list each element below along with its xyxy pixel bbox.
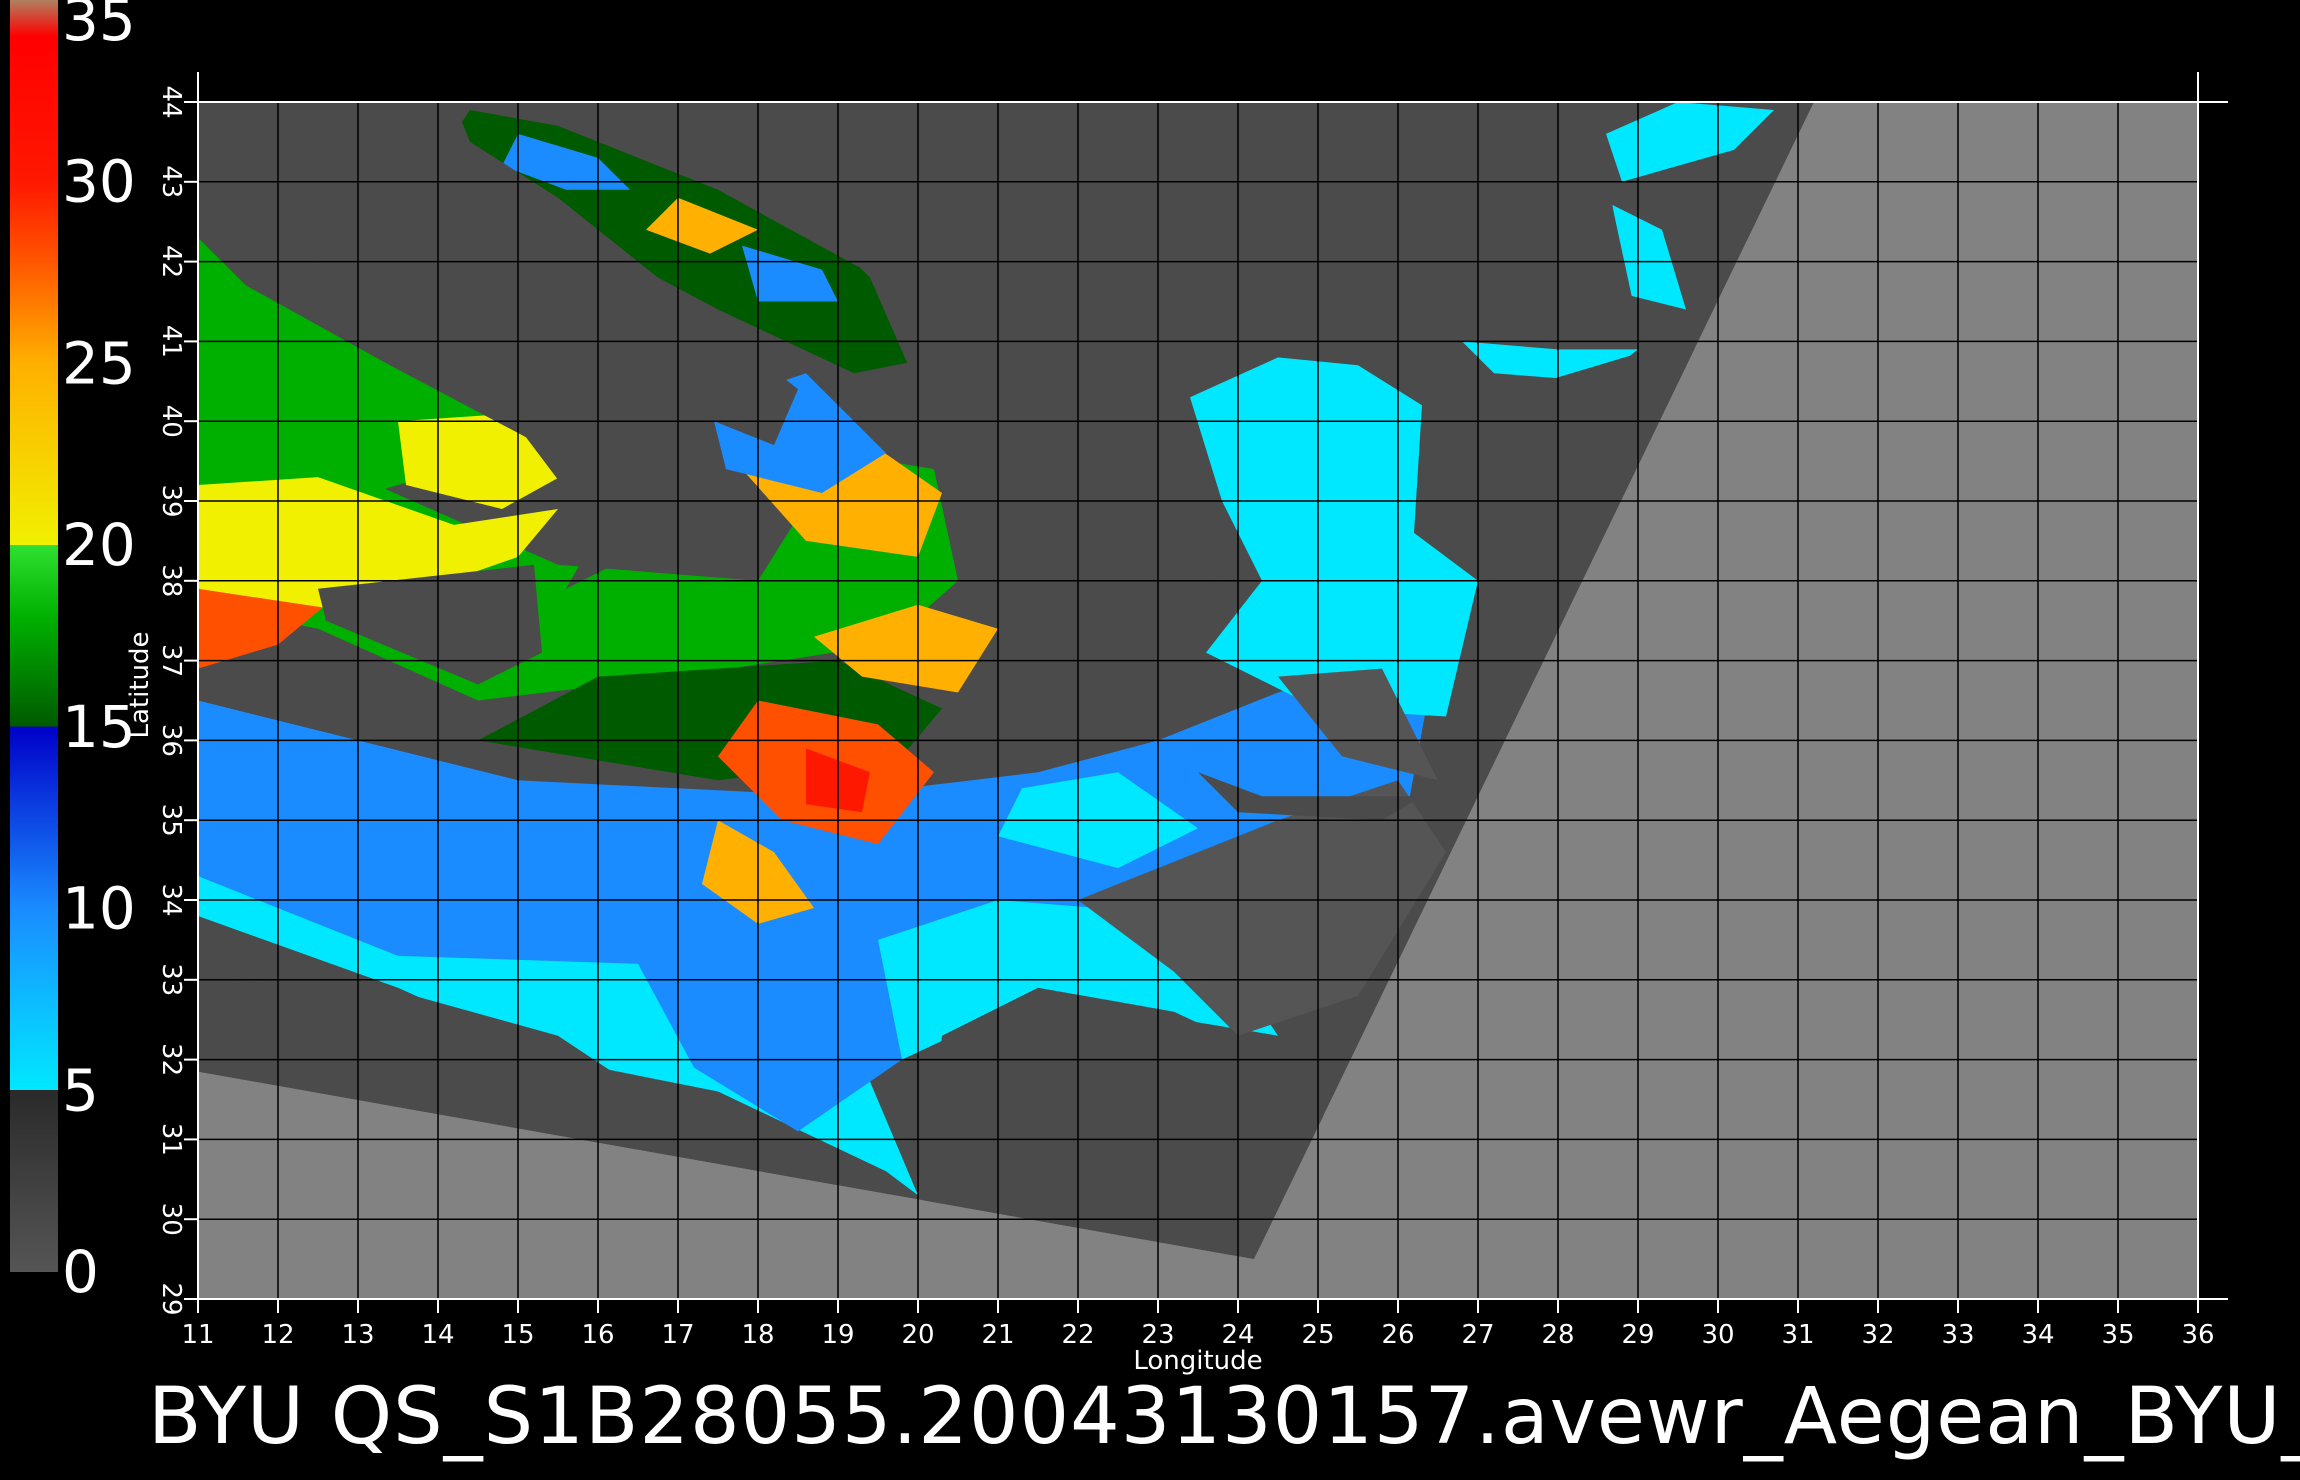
longitude-tick-labels: 11 12 13 14 15 16 17 18 19 20 21 22 23 24 25 26 27 28 29 30… — [181, 1299, 2215, 1350]
latitude-tick-label: 33 — [156, 963, 186, 996]
latitude-tick-label: 32 — [156, 1043, 186, 1076]
latitude-tick-label: 35 — [156, 804, 186, 837]
colorbar-tick-label: 30 — [62, 148, 136, 216]
longitude-tick-label: 30 — [1701, 1320, 1734, 1350]
longitude-tick-label: 18 — [741, 1320, 774, 1350]
colorbar-gradient — [10, 0, 58, 1272]
longitude-tick-label: 29 — [1621, 1320, 1654, 1350]
longitude-tick-label: 28 — [1541, 1320, 1574, 1350]
latitude-tick-label: 39 — [156, 484, 186, 517]
longitude-tick-label: 16 — [581, 1320, 614, 1350]
longitude-tick-label: 32 — [1861, 1320, 1894, 1350]
latitude-axis-title: Latitude — [125, 631, 155, 738]
latitude-tick-label: 37 — [156, 644, 186, 677]
longitude-tick-label: 34 — [2021, 1320, 2054, 1350]
latitude-tick-label: 31 — [156, 1123, 186, 1156]
longitude-tick-label: 19 — [821, 1320, 854, 1350]
longitude-tick-label: 27 — [1461, 1320, 1494, 1350]
latitude-tick-label: 42 — [156, 245, 186, 278]
colorbar-tick-label: 25 — [62, 329, 136, 397]
longitude-tick-label: 31 — [1781, 1320, 1814, 1350]
latitude-tick-label: 44 — [156, 85, 186, 118]
colorbar-tick-label: 0 — [62, 1238, 99, 1306]
latitude-tick-labels: 29 30 31 32 33 34 35 36 37 38 39 40 41 42 43 44 — [156, 85, 198, 1316]
colorbar-tick-label: 10 — [62, 875, 136, 943]
latitude-tick-label: 34 — [156, 883, 186, 916]
longitude-tick-label: 12 — [261, 1320, 294, 1350]
longitude-tick-label: 25 — [1301, 1320, 1334, 1350]
longitude-tick-label: 35 — [2101, 1320, 2134, 1350]
longitude-tick-label: 17 — [661, 1320, 694, 1350]
latitude-tick-label: 36 — [156, 724, 186, 757]
longitude-tick-label: 22 — [1061, 1320, 1094, 1350]
longitude-tick-label: 21 — [981, 1320, 1014, 1350]
colorbar: 05101520253035 — [10, 0, 136, 1306]
map-plot: 11 12 13 14 15 16 17 18 19 20 21 22 23 24 25 26 27 28 29 30… — [125, 72, 2228, 1376]
latitude-tick-label: 29 — [156, 1282, 186, 1315]
colorbar-tick-label: 20 — [62, 511, 136, 579]
scatterometer-wind-map: 05101520253035 11 12 13 14 15 16 17 18 19 20 21 22 2… — [10, 0, 2228, 1376]
image-title: BYU QS_S1B28055.20043130157.avewr_Aegean… — [148, 1372, 2300, 1462]
latitude-tick-label: 41 — [156, 325, 186, 358]
longitude-tick-label: 14 — [421, 1320, 454, 1350]
longitude-tick-label: 26 — [1381, 1320, 1414, 1350]
colorbar-tick-label: 35 — [62, 0, 136, 54]
latitude-tick-label: 40 — [156, 405, 186, 438]
latitude-tick-label: 30 — [156, 1203, 186, 1236]
colorbar-tick-label: 5 — [62, 1056, 99, 1124]
latitude-tick-label: 43 — [156, 165, 186, 198]
longitude-tick-label: 15 — [501, 1320, 534, 1350]
longitude-tick-label: 36 — [2181, 1320, 2214, 1350]
longitude-tick-label: 20 — [901, 1320, 934, 1350]
longitude-tick-label: 13 — [341, 1320, 374, 1350]
longitude-tick-label: 33 — [1941, 1320, 1974, 1350]
latitude-tick-label: 38 — [156, 564, 186, 597]
longitude-tick-label: 11 — [181, 1320, 214, 1350]
